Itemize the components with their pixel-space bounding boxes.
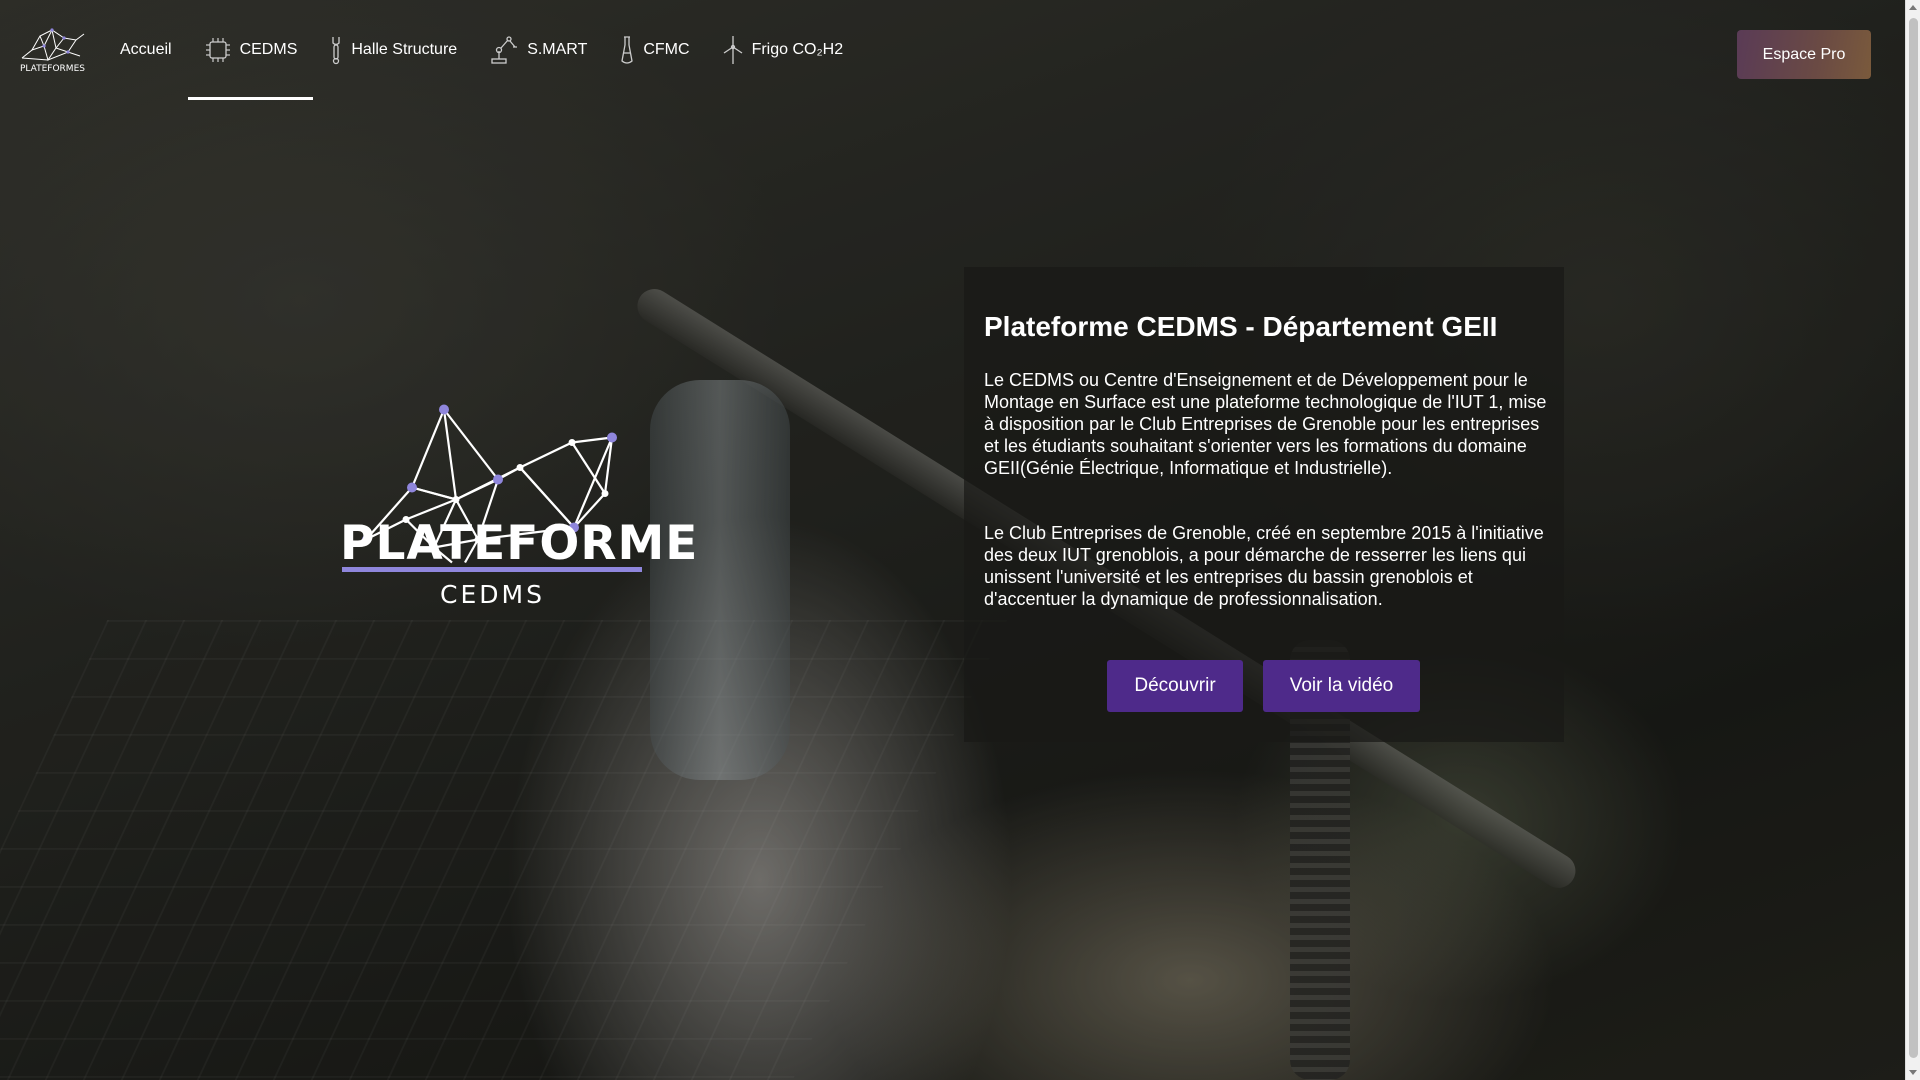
nav-item-halle-structure[interactable]: Halle Structure bbox=[313, 0, 473, 100]
background-overlay bbox=[0, 0, 1905, 1080]
site-header: PLATEFORMES Accueil CEDMS Halle Structur… bbox=[0, 0, 1905, 100]
brand-underline bbox=[342, 567, 642, 572]
scroll-down-arrow-icon[interactable] bbox=[1909, 1070, 1917, 1075]
nav-item-cedms[interactable]: CEDMS bbox=[187, 0, 314, 100]
intro-title: Plateforme CEDMS - Département GEII bbox=[984, 311, 1498, 342]
scrollbar-thumb[interactable] bbox=[1909, 18, 1918, 1058]
logo-text: PLATEFORMES bbox=[20, 64, 85, 74]
nav-item-cfmc[interactable]: CFMC bbox=[603, 0, 705, 100]
nav-item-accueil[interactable]: Accueil bbox=[104, 0, 188, 100]
nav-label: Halle Structure bbox=[351, 41, 458, 58]
wind-turbine-icon bbox=[723, 36, 742, 64]
nav-label: S.MART bbox=[527, 41, 588, 58]
wrench-icon bbox=[332, 37, 341, 65]
chip-icon bbox=[205, 38, 230, 62]
nav-label: CFMC bbox=[643, 41, 690, 58]
nav-item-smart[interactable]: S.MART bbox=[473, 0, 603, 100]
main-nav: Accueil CEDMS Halle Structure S.MART CFM… bbox=[104, 0, 859, 100]
nav-item-frigo[interactable]: Frigo CO₂H2 bbox=[706, 0, 860, 100]
network-logo-icon bbox=[21, 28, 85, 62]
vial-icon bbox=[621, 36, 634, 64]
page-scrollbar[interactable] bbox=[1905, 0, 1920, 1080]
watch-video-button[interactable]: Voir la vidéo bbox=[1263, 660, 1420, 712]
scroll-up-arrow-icon[interactable] bbox=[1909, 5, 1917, 10]
brand-subtitle: CEDMS bbox=[440, 580, 545, 609]
brand-word: PLATEFORME bbox=[340, 516, 699, 571]
espace-pro-button[interactable]: Espace Pro bbox=[1737, 30, 1871, 79]
robot-arm-icon bbox=[491, 36, 518, 64]
intro-paragraph-2: Le Club Entreprises de Grenoble, créé en… bbox=[984, 523, 1544, 609]
intro-paragraph-1: Le CEDMS ou Centre d'Enseignement et de … bbox=[984, 370, 1547, 478]
nav-label: Accueil bbox=[120, 41, 172, 58]
discover-button[interactable]: Découvrir bbox=[1107, 660, 1243, 712]
intro-card: Plateforme CEDMS - Département GEII Le C… bbox=[964, 267, 1564, 742]
nav-label: Frigo CO₂H2 bbox=[751, 41, 844, 58]
nav-label: CEDMS bbox=[239, 41, 298, 58]
